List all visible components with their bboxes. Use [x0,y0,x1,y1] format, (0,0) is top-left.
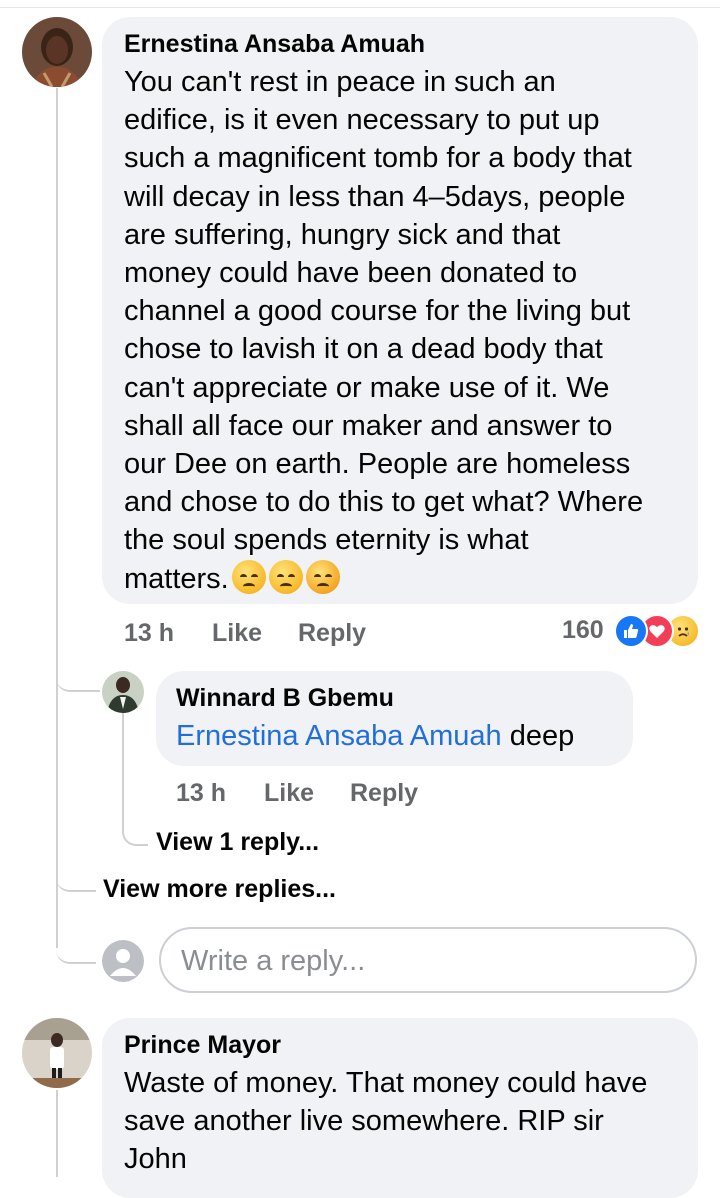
reply-input-box[interactable] [159,927,697,993]
reaction-count: 160 [562,616,604,644]
comment-text-line-last: matters. [124,559,643,598]
thread-connector-reply-box [56,920,96,964]
like-button[interactable]: Like [212,619,262,648]
reaction-summary[interactable]: 160 [562,614,702,650]
comment-text-line: the soul spends eternity is what [124,524,529,557]
reply-button[interactable]: Reply [298,619,366,648]
comment-text-line: will decay in less than 4–5days, people [124,180,626,213]
pensive-face-emoji [268,559,303,594]
comment-text-line: John [124,1143,187,1176]
comment-author[interactable]: Prince Mayor [124,1031,281,1060]
comment-text-line: channel a good course for the living but [124,295,631,328]
comment-text-line: our Dee on earth. People are homeless [124,448,631,481]
comment-time: 13 h [124,619,175,647]
avatar[interactable] [102,671,144,713]
reply-author[interactable]: Winnard B Gbemu [176,684,394,713]
comment-text-line: edifice, is it even necessary to put up [124,104,600,137]
top-divider [0,7,720,8]
persevering-face-emoji [305,559,340,594]
reply-time: 13 h [176,779,227,807]
comment-text-line: and chose to do this to get what? Where [124,486,644,519]
comment-text-line: Waste of money. That money could have [124,1067,648,1099]
thread-connector-view-reply [122,810,148,846]
like-reaction-icon [614,614,648,648]
reply-like-button[interactable]: Like [264,779,314,808]
comment-text-line: You can't rest in peace in such an [124,66,556,98]
view-more-replies-link[interactable]: View more replies... [103,875,336,904]
reply-text-body: deep [501,720,575,752]
comment-text-line: such a magnificent tomb for a body that [124,142,632,175]
thread-line-next [56,1090,58,1177]
comment-text-line: are suffering, hungry sick and that [124,218,561,251]
reply-text: Ernestina Ansaba Amuah deep [176,717,574,755]
comment-author[interactable]: Ernestina Ansaba Amuah [124,30,425,59]
comment-text-line: shall all face our maker and answer to [124,409,613,442]
comment-text: You can't rest in peace in such an edifi… [124,63,643,598]
comment-text-line: money could have been donated to [124,257,578,290]
view-replies-link[interactable]: View 1 reply... [156,828,319,857]
thread-line-main [56,88,58,948]
mention-link[interactable]: Ernestina Ansaba Amuah [176,720,502,752]
comment-text-tail: matters. [124,562,229,595]
thread-connector-view-more [56,850,96,892]
comment-text-line: chose to lavish it on a dead body that [124,333,603,366]
avatar[interactable] [22,1018,92,1088]
avatar[interactable] [22,17,92,87]
comment-text-line: can't appreciate or make use of it. We [124,371,610,404]
reply-input[interactable] [179,929,683,993]
thread-connector-reply [56,640,100,692]
reply-reply-button[interactable]: Reply [350,779,418,808]
comment-text: Waste of money. That money could have sa… [124,1064,647,1179]
comment-text-line: save another live somewhere. RIP sir [124,1105,604,1138]
pensive-face-emoji [231,559,266,594]
current-user-avatar [102,940,144,982]
